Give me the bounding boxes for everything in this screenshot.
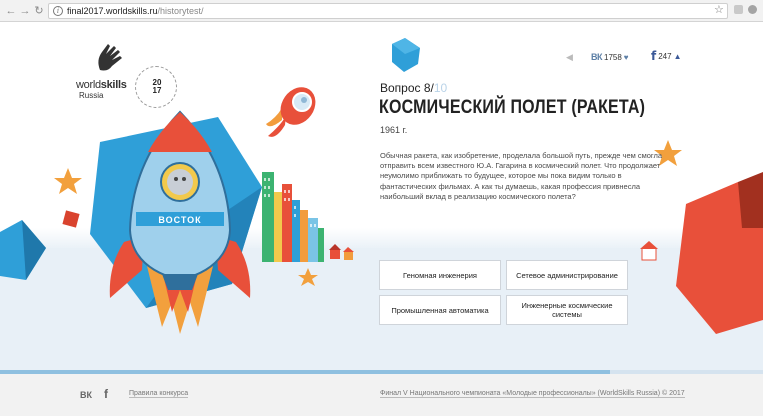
worldskills-hand-icon bbox=[98, 44, 122, 71]
reload-icon[interactable]: ↻ bbox=[32, 4, 46, 18]
heart-icon: ♥ bbox=[623, 52, 629, 62]
forward-arrow-icon[interactable]: → bbox=[18, 4, 32, 18]
answer-button-genomic-engineering[interactable]: Геномная инженерия bbox=[379, 260, 501, 290]
worldskills-logo[interactable]: worldskills Russia 20 17 bbox=[76, 40, 186, 110]
rocket-nose bbox=[148, 112, 212, 152]
seal-year: 20 17 bbox=[152, 78, 162, 95]
page: ВОСТОК worldskills Russia 20 17 ◀ ВК 1758… bbox=[0, 22, 763, 416]
extension-icon[interactable] bbox=[748, 5, 757, 14]
question-counter: Вопрос 8/10 bbox=[380, 81, 448, 95]
footer-facebook-icon[interactable]: f bbox=[104, 387, 108, 401]
comet-trail bbox=[266, 108, 282, 127]
star-shape bbox=[54, 168, 82, 194]
top-cube-shade bbox=[392, 38, 420, 54]
fb-share-button[interactable]: f 247 ▲ bbox=[651, 49, 682, 63]
rocket-porthole bbox=[160, 162, 200, 202]
rocket-band bbox=[136, 212, 224, 226]
bookmark-star-icon[interactable]: ☆ bbox=[714, 3, 724, 16]
question-year: 1961 г. bbox=[380, 125, 408, 135]
red-cube-small bbox=[62, 210, 80, 228]
site-info-icon[interactable]: i bbox=[53, 6, 63, 16]
url-text: final2017.worldskills.ru/historytest/ bbox=[67, 6, 204, 16]
extension-icon[interactable] bbox=[734, 5, 743, 14]
top-cube-shape bbox=[392, 38, 420, 72]
footer: ВК f Правила конкурса Финал V Национальн… bbox=[0, 374, 763, 416]
ground-haze bbox=[0, 228, 763, 250]
browser-toolbar: ← → ↻ i final2017.worldskills.ru/history… bbox=[0, 0, 763, 22]
fb-share-count: 247 bbox=[658, 51, 672, 61]
answer-button-space-engineering[interactable]: Инженерные космические системы bbox=[506, 295, 628, 325]
address-bar[interactable]: i final2017.worldskills.ru/historytest/ bbox=[48, 3, 728, 19]
sound-icon[interactable]: ◀ bbox=[566, 52, 573, 63]
thumbs-up-icon: ▲ bbox=[673, 51, 682, 61]
logo-wordmark: worldskills bbox=[76, 79, 127, 91]
facebook-icon: f bbox=[651, 49, 657, 63]
answer-button-industrial-automation[interactable]: Промышленная автоматика bbox=[379, 295, 501, 325]
back-arrow-icon[interactable]: ← bbox=[4, 4, 18, 18]
question-text: Обычная ракета, как изобретение, продела… bbox=[380, 151, 663, 201]
vk-icon: ВК bbox=[591, 52, 603, 62]
comet-trail bbox=[268, 116, 286, 137]
vk-share-count: 1758 bbox=[604, 52, 622, 62]
answer-button-network-administration[interactable]: Сетевое администрирование bbox=[506, 260, 628, 290]
footer-copyright: Финал V Национального чемпионата «Молоды… bbox=[380, 390, 685, 398]
contest-rules-link[interactable]: Правила конкурса bbox=[129, 390, 189, 398]
comet-body bbox=[280, 87, 316, 125]
vk-share-button[interactable]: ВК 1758 ♥ bbox=[591, 51, 629, 63]
question-title: КОСМИЧЕСКИЙ ПОЛЕТ (РАКЕТА) bbox=[379, 97, 646, 118]
right-red-cube-shade bbox=[738, 172, 763, 228]
rocket-label: ВОСТОК bbox=[158, 215, 201, 225]
footer-vk-icon[interactable]: ВК bbox=[80, 390, 92, 400]
logo-subtitle: Russia bbox=[79, 91, 104, 100]
comet-window bbox=[292, 92, 312, 112]
